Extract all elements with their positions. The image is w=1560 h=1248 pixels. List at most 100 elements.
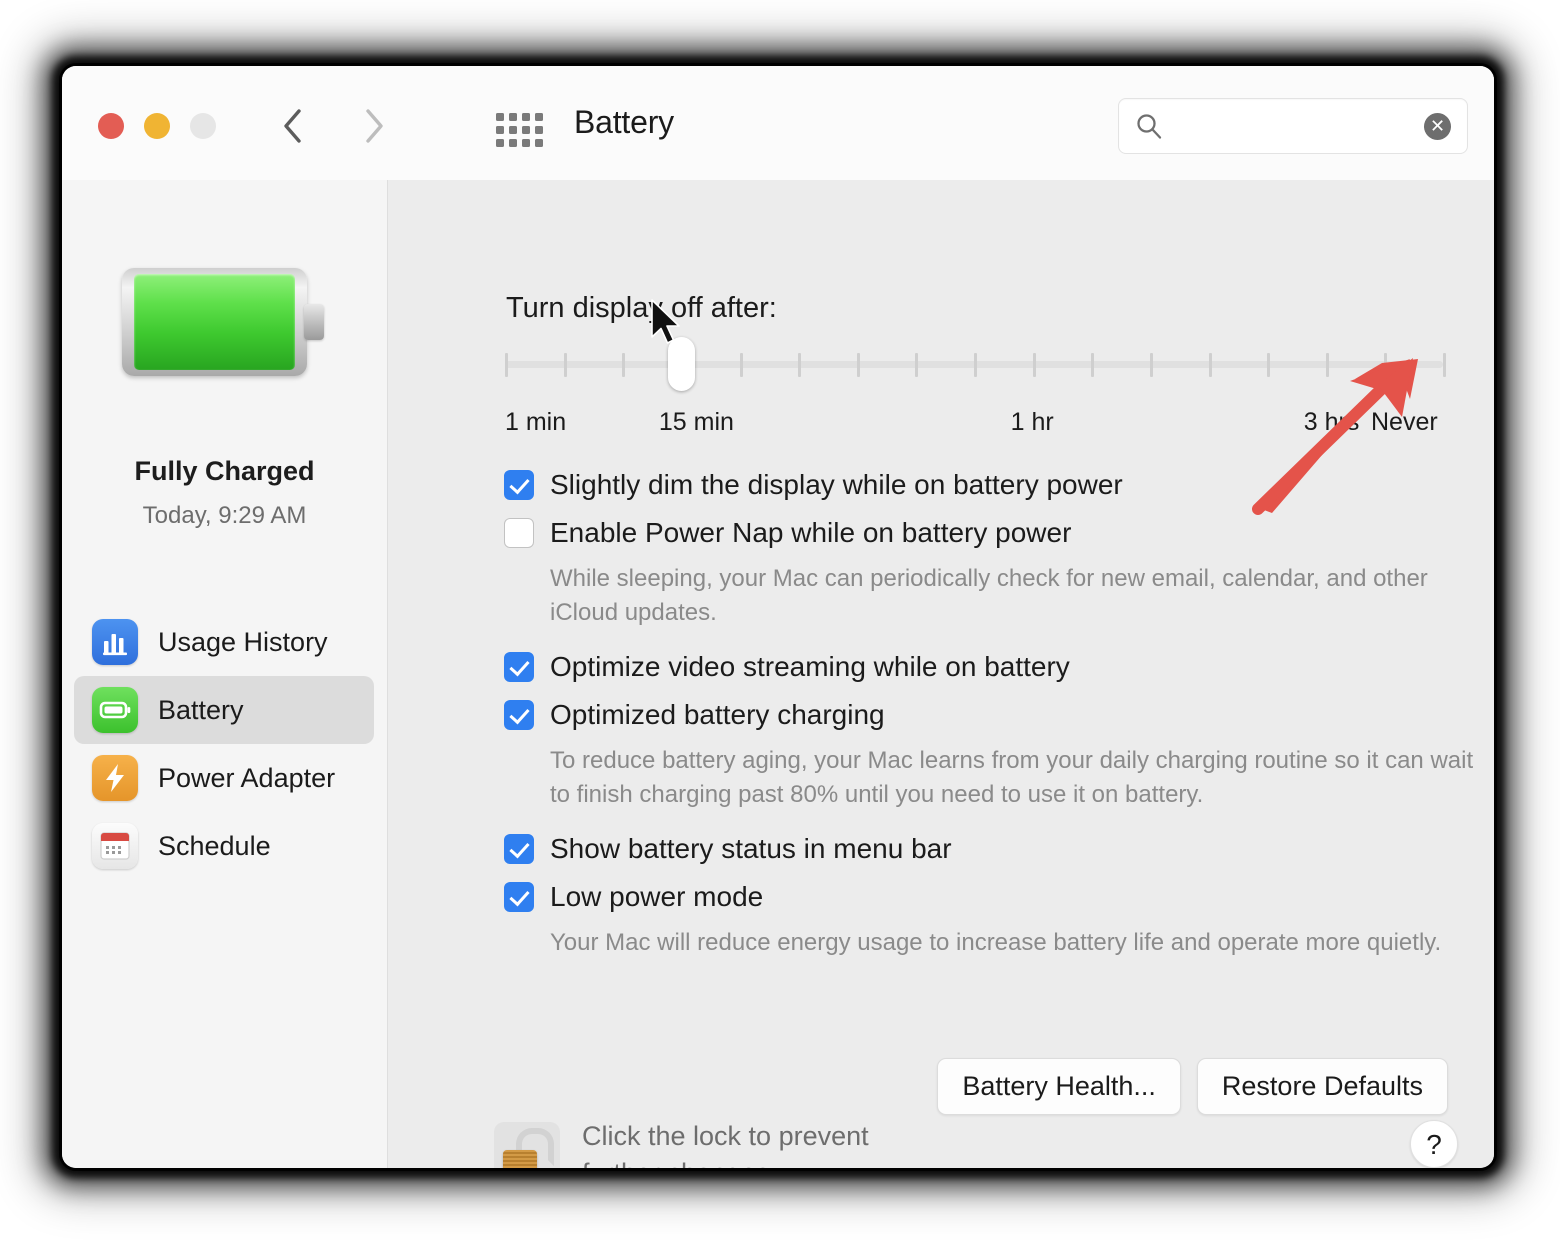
- sidebar-item-label: Schedule: [158, 830, 271, 861]
- slider-tick: [505, 353, 508, 377]
- action-buttons: Battery Health... Restore Defaults: [937, 1058, 1448, 1115]
- option-description: Your Mac will reduce energy usage to inc…: [550, 929, 1442, 956]
- sidebar-item-label: Usage History: [158, 626, 328, 657]
- unlocked-padlock-icon[interactable]: [494, 1122, 560, 1168]
- option-row[interactable]: Slightly dim the display while on batter…: [504, 462, 1494, 508]
- search-field[interactable]: ✕: [1118, 98, 1468, 155]
- charge-status-title: Fully Charged: [134, 456, 315, 486]
- grid-cell: [509, 139, 517, 147]
- close-button[interactable]: [98, 113, 124, 139]
- slider-tick: [1208, 353, 1212, 377]
- traffic-light-controls: [98, 113, 216, 139]
- option-row[interactable]: Enable Power Nap while on battery power: [504, 510, 1494, 556]
- battery-health-button[interactable]: Battery Health...: [937, 1058, 1181, 1115]
- slider-tick: [798, 353, 802, 377]
- slider-tick-label: 3 hrs: [1303, 408, 1360, 436]
- grid-cell: [496, 139, 504, 147]
- search-input[interactable]: [1175, 99, 1409, 155]
- grid-cell: [535, 113, 543, 121]
- forward-button[interactable]: [352, 104, 396, 148]
- slider-tick: [622, 353, 626, 377]
- grid-cell: [522, 113, 530, 121]
- option-label: Slightly dim the display while on batter…: [550, 469, 1123, 500]
- restore-defaults-button[interactable]: Restore Defaults: [1196, 1058, 1448, 1115]
- clear-search-icon[interactable]: ✕: [1424, 113, 1451, 140]
- slider-tick: [1325, 353, 1329, 377]
- chevron-right-icon: [366, 109, 383, 143]
- checkbox[interactable]: [504, 470, 534, 500]
- sidebar-item-usage-history[interactable]: Usage History: [74, 608, 374, 676]
- slider-tick: [1443, 353, 1446, 377]
- battery-fill: [134, 274, 295, 370]
- grid-cell: [496, 126, 504, 134]
- slider-tick: [974, 353, 977, 377]
- main-content: Turn display off after: 1 min 15 min 1 hr 3…: [388, 180, 1494, 1168]
- battery-icon: [92, 687, 138, 733]
- option-description: While sleeping, your Mac can periodicall…: [550, 565, 1428, 626]
- grid-cell: [509, 113, 517, 121]
- chevron-left-icon: [284, 109, 301, 143]
- sidebar-item-label: Battery: [158, 694, 244, 725]
- checkbox[interactable]: [504, 834, 534, 864]
- grid-cell: [535, 126, 543, 134]
- option-label: Optimize video streaming while on batter…: [550, 651, 1070, 682]
- back-button[interactable]: [270, 104, 314, 148]
- sidebar-nav-list: Usage History Battery Power Adapter Sche…: [74, 608, 374, 880]
- option-label: Enable Power Nap while on battery power: [550, 517, 1072, 548]
- option-row[interactable]: Optimize video streaming while on batter…: [504, 644, 1494, 690]
- battery-terminal: [304, 304, 324, 340]
- lock-hint-line1: Click the lock to prevent: [582, 1121, 869, 1151]
- search-icon: [1135, 112, 1163, 145]
- checkbox[interactable]: [504, 882, 534, 912]
- option-row[interactable]: Show battery status in menu bar: [504, 826, 1494, 872]
- zoom-button[interactable]: [190, 113, 216, 139]
- display-sleep-slider[interactable]: [505, 337, 1446, 391]
- sidebar: Fully Charged Today, 9:29 AM Usage Histo…: [62, 180, 388, 1168]
- battery-illustration: [122, 268, 324, 376]
- lock-hint-text: Click the lock to prevent further change…: [582, 1118, 869, 1168]
- grid-cell: [496, 113, 504, 121]
- slider-tick-label: 15 min: [658, 408, 734, 436]
- grid-cell: [535, 139, 543, 147]
- slider-tick: [1091, 353, 1095, 377]
- slider-tick: [739, 353, 743, 377]
- battery-body: [122, 268, 307, 376]
- option-row[interactable]: Optimized battery charging: [504, 692, 1494, 738]
- display-sleep-label: Turn display off after:: [506, 292, 777, 324]
- lock-hint-line2: further changes.: [582, 1158, 777, 1168]
- show-all-preferences-button[interactable]: [496, 113, 546, 147]
- lock-row[interactable]: Click the lock to prevent further change…: [494, 1118, 869, 1168]
- chart-bars-icon: [92, 619, 138, 665]
- padlock-body: [503, 1150, 537, 1168]
- calendar-icon: [92, 823, 138, 869]
- slider-tick-label: 1 min: [505, 408, 567, 436]
- slider-tick: [1267, 353, 1271, 377]
- slider-tick: [915, 353, 919, 377]
- battery-options-list: Slightly dim the display while on batter…: [504, 462, 1494, 974]
- checkbox[interactable]: [504, 700, 534, 730]
- minimize-button[interactable]: [144, 113, 170, 139]
- sidebar-item-battery[interactable]: Battery: [74, 676, 374, 744]
- slider-tick: [1149, 353, 1153, 377]
- screenshot-root: Battery ✕ Fully Charged Today, 9:29 AM U…: [0, 0, 1560, 1248]
- sidebar-item-power-adapter[interactable]: Power Adapter: [74, 744, 374, 812]
- option-row[interactable]: Low power mode: [504, 874, 1494, 920]
- window-titlebar: Battery ✕: [62, 66, 1494, 181]
- sidebar-item-schedule[interactable]: Schedule: [74, 812, 374, 880]
- system-preferences-window: Battery ✕ Fully Charged Today, 9:29 AM U…: [62, 66, 1494, 1168]
- slider-tick: [1384, 353, 1388, 377]
- sidebar-item-label: Power Adapter: [158, 762, 336, 793]
- grid-cell: [522, 126, 530, 134]
- option-description: To reduce battery aging, your Mac learns…: [550, 747, 1474, 808]
- option-label: Low power mode: [550, 881, 764, 912]
- grid-cell: [509, 126, 517, 134]
- charge-status-time: Today, 9:29 AM: [142, 502, 307, 529]
- checkbox[interactable]: [504, 518, 534, 548]
- page-title: Battery: [574, 104, 674, 140]
- slider-knob[interactable]: [667, 337, 695, 391]
- slider-tick: [563, 353, 567, 377]
- option-label: Optimized battery charging: [550, 699, 885, 730]
- help-button[interactable]: ?: [1410, 1120, 1458, 1168]
- option-label: Show battery status in menu bar: [550, 833, 952, 864]
- checkbox[interactable]: [504, 652, 534, 682]
